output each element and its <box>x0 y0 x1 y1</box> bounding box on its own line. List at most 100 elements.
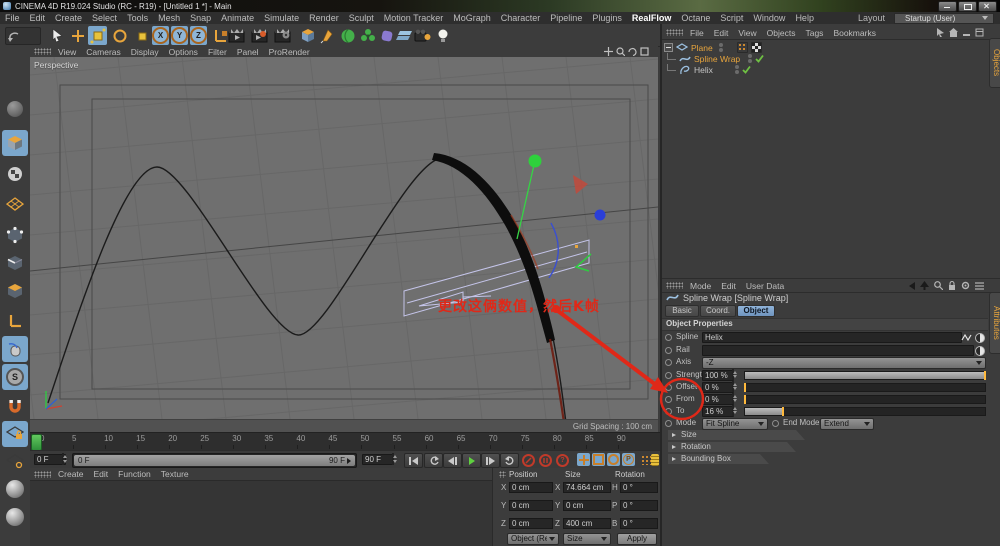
render-settings-button[interactable] <box>273 26 292 45</box>
goto-start-button[interactable] <box>404 453 423 468</box>
lock-x-axis-button[interactable]: X <box>152 26 169 45</box>
live-selection-tool[interactable] <box>48 26 67 45</box>
rotate-tool[interactable] <box>110 26 129 45</box>
keyframe-dot[interactable] <box>665 396 672 403</box>
previous-key-button[interactable] <box>443 453 462 468</box>
layer-stack-icon[interactable] <box>651 454 659 466</box>
play-backwards-button[interactable] <box>424 453 443 468</box>
size-y-field[interactable]: 0 cm <box>563 500 611 511</box>
keyframe-dot[interactable] <box>665 347 672 354</box>
strength-input[interactable]: 100 % <box>702 370 734 381</box>
object-row-helix[interactable]: Helix <box>664 64 751 75</box>
tab-coord[interactable]: Coord. <box>700 305 736 317</box>
home-icon[interactable] <box>949 28 958 37</box>
transform-mode-dropdown[interactable]: Object (Rel <box>507 533 559 545</box>
position-z-field[interactable]: 0 cm <box>509 518 553 529</box>
record-button[interactable] <box>522 454 535 467</box>
play-button[interactable] <box>462 453 481 468</box>
menu-item[interactable]: Pipeline <box>545 13 587 23</box>
mode-dropdown[interactable]: Fit Spline <box>702 418 768 430</box>
enable-axis-button[interactable] <box>2 308 28 334</box>
viewport-solo-button[interactable] <box>2 336 28 362</box>
section-rotation[interactable]: Rotation <box>668 442 796 452</box>
workplane-auto-button[interactable] <box>2 449 28 475</box>
object-name[interactable]: Plane <box>688 43 713 53</box>
zoom-view-icon[interactable] <box>616 47 625 56</box>
viewport-menu-item[interactable]: Options <box>164 47 203 57</box>
current-frame-stepper[interactable] <box>62 453 64 465</box>
viewport-menu-item[interactable]: Cameras <box>81 47 125 57</box>
side-tab-objects[interactable]: Objects <box>989 38 1000 88</box>
material-menu-item[interactable]: Texture <box>156 469 194 479</box>
key-parameter-toggle[interactable]: P <box>622 453 635 466</box>
timeline-ruler[interactable]: 0 5 10 15 20 25 30 35 40 45 50 55 60 65 70 75 80 85 90 <box>40 434 649 449</box>
viewport-menu-item[interactable]: Filter <box>203 47 232 57</box>
cage-point[interactable] <box>575 245 578 248</box>
om-menu-item[interactable]: Bookmarks <box>828 28 881 38</box>
texture-mode-button[interactable] <box>2 161 28 187</box>
size-z-field[interactable]: 400 cm <box>563 518 611 529</box>
move-tool[interactable] <box>68 26 87 45</box>
menu-item-realflow[interactable]: RealFlow <box>627 13 677 23</box>
menu-item[interactable]: Select <box>87 13 122 23</box>
menu-item[interactable]: Plugins <box>587 13 627 23</box>
material-sphere-icon[interactable] <box>2 504 28 530</box>
key-position-toggle[interactable] <box>577 453 590 466</box>
tab-basic[interactable]: Basic <box>665 305 699 317</box>
visibility-dots[interactable] <box>718 42 723 53</box>
history-back-icon[interactable] <box>909 281 915 290</box>
timeline-playhead[interactable] <box>31 434 42 451</box>
to-stepper[interactable] <box>732 405 734 416</box>
keyframe-selection-button[interactable]: ? <box>556 454 569 467</box>
cursor-icon[interactable] <box>936 28 945 37</box>
keyframe-dot[interactable] <box>665 420 672 427</box>
viewport-menu-item[interactable]: ProRender <box>264 47 315 57</box>
collapse-toggle-icon[interactable] <box>664 43 673 52</box>
add-environment-button[interactable] <box>395 26 414 45</box>
menu-item[interactable]: Sculpt <box>344 13 379 23</box>
apply-button[interactable]: Apply <box>617 533 657 545</box>
visibility-dots[interactable] <box>734 64 739 75</box>
offset-input[interactable]: 0 % <box>702 382 734 393</box>
menu-item[interactable]: Mesh <box>153 13 185 23</box>
position-x-field[interactable]: 0 cm <box>509 482 553 493</box>
pick-target-icon[interactable] <box>975 346 985 356</box>
panel-grip-icon[interactable] <box>34 48 51 55</box>
om-menu-item[interactable]: File <box>685 28 709 38</box>
panel-grip-icon[interactable] <box>666 29 683 36</box>
minimize-panel-icon[interactable] <box>962 28 971 37</box>
pick-target-icon[interactable] <box>975 333 985 343</box>
key-rotation-toggle[interactable] <box>607 453 620 466</box>
panel-grip-icon[interactable] <box>666 282 683 289</box>
lock-workplane-button[interactable] <box>2 421 28 447</box>
layout-dropdown[interactable]: Startup (User) <box>894 12 994 24</box>
enabled-check-icon[interactable] <box>755 54 764 63</box>
panel-grip-icon[interactable] <box>34 470 51 478</box>
menu-item[interactable]: Tools <box>122 13 153 23</box>
size-x-field[interactable]: 74.664 cm <box>563 482 611 493</box>
menu-item[interactable]: Help <box>790 13 819 23</box>
undo-button[interactable] <box>5 27 41 45</box>
add-spline-button[interactable] <box>318 26 337 45</box>
keyframe-dot[interactable] <box>665 334 672 341</box>
offset-stepper[interactable] <box>732 381 734 392</box>
rotate-view-icon[interactable] <box>628 47 637 56</box>
menu-item[interactable]: Motion Tracker <box>379 13 449 23</box>
keyframe-dot[interactable] <box>665 384 672 391</box>
add-cube-button[interactable] <box>298 26 317 45</box>
autokey-button[interactable] <box>539 454 552 467</box>
material-menu-item[interactable]: Edit <box>89 469 114 479</box>
render-to-picture-viewer-button[interactable] <box>250 26 269 45</box>
frame-range-slider[interactable]: 0 F 90 F <box>72 453 357 468</box>
strength-stepper[interactable] <box>732 369 734 380</box>
keyframe-dot[interactable] <box>665 408 672 415</box>
scale-tool[interactable] <box>88 26 107 45</box>
menu-item[interactable]: Octane <box>676 13 715 23</box>
snap-toggle-button[interactable]: S <box>2 364 28 390</box>
timeline[interactable]: 0 5 10 15 20 25 30 35 40 45 50 55 60 65 70 75 80 85 90 <box>30 432 660 451</box>
rotation-p-field[interactable]: 0 ° <box>620 500 658 511</box>
gear-icon[interactable] <box>961 281 970 290</box>
gizmo-y-handle[interactable] <box>528 154 542 168</box>
am-menu-item[interactable]: User Data <box>741 281 789 291</box>
menu-item[interactable]: Window <box>748 13 790 23</box>
